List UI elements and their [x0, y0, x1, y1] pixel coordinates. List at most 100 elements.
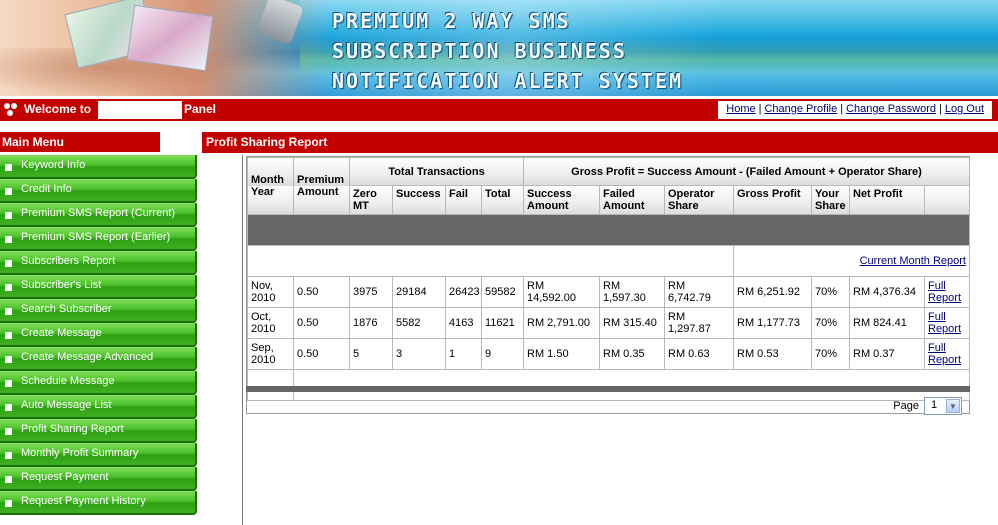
- group-gross-profit: Gross Profit = Success Amount - (Failed …: [523, 157, 970, 186]
- cell-link: Full Report: [924, 276, 970, 308]
- content-divider: [242, 155, 243, 525]
- col-operator-share: Operator Share: [664, 185, 734, 215]
- menu-item-create-message[interactable]: Create Message: [0, 323, 197, 347]
- menu-item-label: Create Message Advanced: [21, 351, 154, 363]
- table-row: Nov, 2010 0.50 3975 29184 26423 59582 RM…: [247, 276, 970, 308]
- page-label: Page: [893, 400, 919, 412]
- cell-premium: 0.50: [293, 307, 350, 339]
- col-success-amount: Success Amount: [523, 185, 600, 215]
- menu-item-label: Request Payment History: [21, 495, 146, 507]
- menu-item-profit-sharing-report[interactable]: Profit Sharing Report: [0, 419, 197, 443]
- cell-gross-profit: RM 6,251.92: [733, 276, 812, 308]
- cell-fail: 4163: [445, 307, 482, 339]
- bullet-icon: [5, 500, 12, 507]
- home-link[interactable]: Home: [726, 103, 755, 115]
- cell-fail: 1: [445, 338, 482, 370]
- menu-item-subscribers-list[interactable]: Subscriber's List: [0, 275, 197, 299]
- menu-item-label: Keyword Info: [21, 159, 86, 171]
- cell-failed-amount: RM 315.40: [599, 307, 665, 339]
- menu-item-create-message-advanced[interactable]: Create Message Advanced: [0, 347, 197, 371]
- menu-item-label: Auto Message List: [21, 399, 112, 411]
- cell-total: 11621: [481, 307, 524, 339]
- col-gross-profit: Gross Profit: [733, 185, 812, 215]
- full-report-link[interactable]: Full Report: [928, 311, 961, 335]
- menu-item-label: Monthly Profit Summary: [21, 447, 139, 459]
- col-report-link: [924, 185, 970, 215]
- bullet-icon: [5, 476, 12, 483]
- menu-item-label: Subscriber's List: [21, 279, 102, 291]
- col-your-share: Your Share: [811, 185, 850, 215]
- cell-success: 5582: [392, 307, 446, 339]
- cell-failed-amount: RM 0.35: [599, 338, 665, 370]
- menu-item-label: Profit Sharing Report: [21, 423, 124, 435]
- menu-item-label: Premium SMS Report (Earlier): [21, 231, 171, 243]
- menu-item-label: Create Message: [21, 327, 102, 339]
- chevron-down-icon: ▼: [946, 399, 960, 413]
- bullet-icon: [5, 356, 12, 363]
- bullet-icon: [5, 428, 12, 435]
- cell-premium: 0.50: [293, 338, 350, 370]
- cell-zero-mt: 3975: [349, 276, 393, 308]
- cell-zero-mt: 1876: [349, 307, 393, 339]
- change-profile-link[interactable]: Change Profile: [764, 103, 837, 115]
- menu-item-search-subscriber[interactable]: Search Subscriber: [0, 299, 197, 323]
- banner-title-line: NOTIFICATION ALERT SYSTEM: [332, 69, 684, 93]
- profit-sharing-table: Month Year Premium Amount Total Transact…: [247, 157, 970, 401]
- menu-item-keyword-info[interactable]: Keyword Info: [0, 155, 197, 179]
- menu-item-premium-sms-report-earlier[interactable]: Premium SMS Report (Earlier): [0, 227, 197, 251]
- bullet-icon: [5, 452, 12, 459]
- cell-link: Full Report: [924, 338, 970, 370]
- menu-item-request-payment[interactable]: Request Payment: [0, 467, 197, 491]
- cell-operator-share: RM 6,742.79: [664, 276, 734, 308]
- menu-item-monthly-profit-summary[interactable]: Monthly Profit Summary: [0, 443, 197, 467]
- cell-success-amount: RM 2,791.00: [523, 307, 600, 339]
- welcome-bar: Welcome to Panel Home | Change Profile | Cha…: [0, 99, 998, 121]
- bullet-icon: [5, 260, 12, 267]
- col-net-profit: Net Profit: [849, 185, 925, 215]
- change-password-link[interactable]: Change Password: [846, 103, 936, 115]
- report-panel: Month Year Premium Amount Total Transact…: [246, 156, 970, 414]
- menu-item-subscribers-report[interactable]: Subscribers Report: [0, 251, 197, 275]
- menu-item-schedule-message[interactable]: Schedule Message: [0, 371, 197, 395]
- menu-item-premium-sms-report-current[interactable]: Premium SMS Report (Current): [0, 203, 197, 227]
- cell-your-share: 70%: [811, 307, 850, 339]
- table-row: Sep, 2010 0.50 5 3 1 9 RM 1.50 RM 0.35 R…: [247, 338, 970, 370]
- full-report-link[interactable]: Full Report: [928, 280, 961, 304]
- main-menu: Keyword Info Credit Info Premium SMS Rep…: [0, 155, 197, 515]
- cell-success-amount: RM 14,592.00: [523, 276, 600, 308]
- cell-zero-mt: 5: [349, 338, 393, 370]
- current-month-report-link[interactable]: Current Month Report: [860, 255, 966, 267]
- log-out-link[interactable]: Log Out: [945, 103, 984, 115]
- bullet-icon: [5, 404, 12, 411]
- menu-item-request-payment-history[interactable]: Request Payment History: [0, 491, 197, 515]
- bullet-icon: [5, 212, 12, 219]
- table-row: Oct, 2010 0.50 1876 5582 4163 11621 RM 2…: [247, 307, 970, 339]
- cell-net-profit: RM 4,376.34: [849, 276, 925, 308]
- cell-failed-amount: RM 1,597.30: [599, 276, 665, 308]
- cell-your-share: 70%: [811, 276, 850, 308]
- banner-title-line: SUBSCRIPTION BUSINESS: [332, 39, 627, 63]
- cell-gross-profit: RM 1,177.73: [733, 307, 812, 339]
- menu-item-credit-info[interactable]: Credit Info: [0, 179, 197, 203]
- main-menu-header: Main Menu: [0, 132, 160, 153]
- col-fail: Fail: [445, 185, 482, 215]
- cell-success: 29184: [392, 276, 446, 308]
- menu-item-auto-message-list[interactable]: Auto Message List: [0, 395, 197, 419]
- current-month-cell: Current Month Report: [733, 245, 970, 277]
- full-report-link[interactable]: Full Report: [928, 342, 961, 366]
- cell-operator-share: RM 1,297.87: [664, 307, 734, 339]
- bullet-icon: [5, 164, 12, 171]
- cell-operator-share: RM 0.63: [664, 338, 734, 370]
- group-total-transactions: Total Transactions: [349, 157, 524, 186]
- bullet-icon: [5, 380, 12, 387]
- bullet-icon: [5, 308, 12, 315]
- menu-item-label: Subscribers Report: [21, 255, 116, 267]
- cell-fail: 26423: [445, 276, 482, 308]
- top-nav: Home | Change Profile | Change Password | Log …: [717, 101, 992, 119]
- page-select-value: 1: [931, 399, 938, 411]
- blank-cell: [247, 245, 734, 277]
- page-select[interactable]: 1 ▼: [924, 397, 962, 415]
- cell-premium: 0.50: [293, 276, 350, 308]
- col-total: Total: [481, 185, 524, 215]
- col-month-year: Month Year: [247, 157, 294, 215]
